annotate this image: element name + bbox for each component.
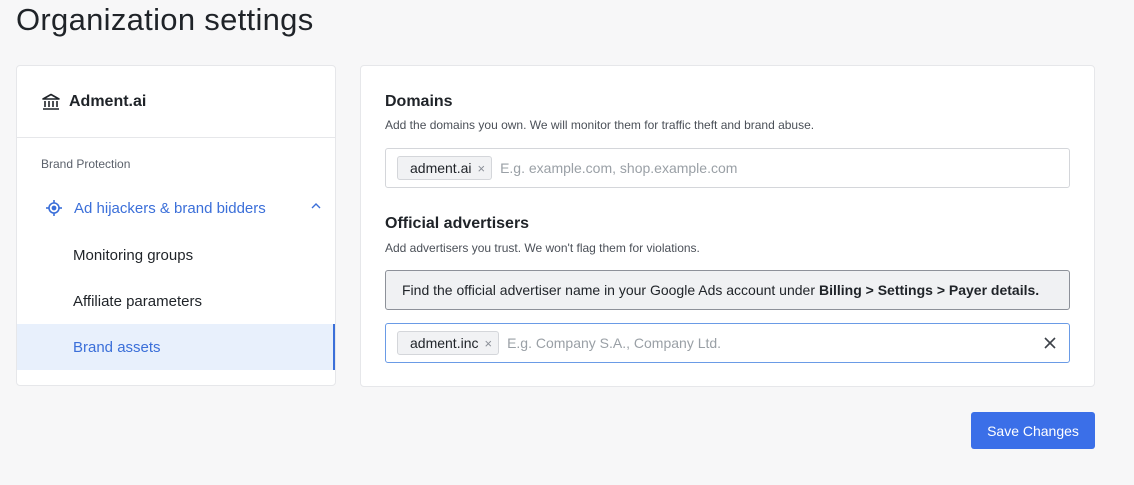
page-title: Organization settings — [16, 2, 314, 37]
save-button[interactable]: Save Changes — [971, 412, 1095, 449]
advertiser-tag: adment.inc × — [397, 331, 500, 355]
info-path: Billing > Settings > Payer details. — [818, 282, 1040, 298]
bank-icon — [41, 92, 61, 112]
sidebar-item-label: Ad hijackers & brand bidders — [74, 199, 266, 217]
section-label: Brand Protection — [41, 157, 131, 171]
settings-sidebar: Adment.ai Brand Protection Ad hijackers … — [16, 65, 336, 386]
advertisers-title: Official advertisers — [385, 215, 530, 232]
crosshair-icon — [45, 199, 63, 217]
sidebar-item-ad-hijackers[interactable]: Ad hijackers & brand bidders — [17, 190, 335, 226]
info-callout: Find the official advertiser name in you… — [385, 270, 1070, 310]
sidebar-item-monitoring-groups[interactable]: Monitoring groups — [17, 232, 335, 278]
remove-tag-icon[interactable]: × — [477, 161, 485, 176]
org-header: Adment.ai — [17, 66, 335, 138]
advertisers-input[interactable]: adment.inc × — [385, 323, 1070, 363]
org-name: Adment.ai — [69, 92, 147, 110]
settings-panel: Domains Add the domains you own. We will… — [360, 65, 1095, 387]
sidebar-item-brand-assets[interactable]: Brand assets — [17, 324, 335, 370]
domains-description: Add the domains you own. We will monitor… — [385, 118, 815, 132]
advertiser-tag-label: adment.inc — [410, 335, 479, 351]
domains-title: Domains — [385, 93, 453, 110]
chevron-up-icon[interactable] — [311, 202, 321, 210]
domains-input[interactable]: adment.ai × — [385, 148, 1070, 188]
advertisers-description: Add advertisers you trust. We won't flag… — [385, 241, 700, 255]
domains-field[interactable] — [500, 160, 981, 176]
domain-tag: adment.ai × — [397, 156, 493, 180]
info-text: Find the official advertiser name in you… — [402, 282, 815, 298]
domain-tag-label: adment.ai — [410, 160, 472, 176]
sidebar-item-affiliate-parameters[interactable]: Affiliate parameters — [17, 278, 335, 324]
clear-icon[interactable] — [1043, 336, 1057, 350]
advertisers-field[interactable] — [507, 335, 988, 351]
remove-tag-icon[interactable]: × — [484, 336, 492, 351]
